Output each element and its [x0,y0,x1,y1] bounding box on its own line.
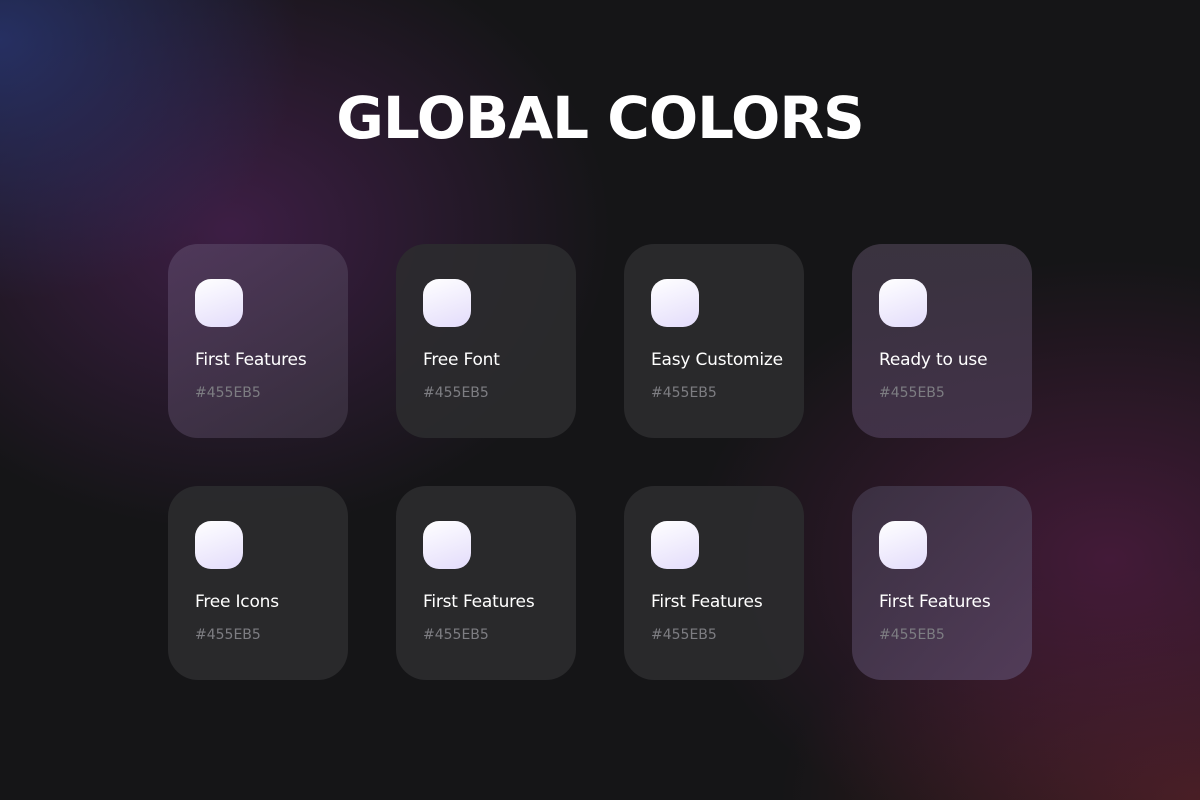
page-title: GLOBAL COLORS [336,84,865,152]
color-card[interactable]: First Features #455EB5 [396,486,576,680]
color-card-grid: First Features #455EB5 Free Font #455EB5… [168,244,1032,680]
color-swatch [651,521,699,569]
color-card-hex: #455EB5 [195,627,261,643]
color-card-hex: #455EB5 [651,627,717,643]
color-swatch [423,521,471,569]
color-card-label: First Features [879,592,991,612]
color-card[interactable]: First Features #455EB5 [852,486,1032,680]
color-swatch [879,279,927,327]
color-card[interactable]: First Features #455EB5 [168,244,348,438]
color-card[interactable]: First Features #455EB5 [624,486,804,680]
color-card-label: Free Icons [195,592,279,612]
color-card-label: Ready to use [879,350,988,370]
color-swatch [423,279,471,327]
color-card-label: Free Font [423,350,500,370]
color-card[interactable]: Ready to use #455EB5 [852,244,1032,438]
color-swatch [195,279,243,327]
color-card-label: Easy Customize [651,350,783,370]
color-card-label: First Features [423,592,535,612]
color-swatch [195,521,243,569]
color-card[interactable]: Free Icons #455EB5 [168,486,348,680]
color-card-hex: #455EB5 [423,385,489,401]
color-card-label: First Features [651,592,763,612]
color-card-hex: #455EB5 [195,385,261,401]
color-swatch [651,279,699,327]
color-card-hex: #455EB5 [651,385,717,401]
color-card-hex: #455EB5 [879,385,945,401]
color-card[interactable]: Free Font #455EB5 [396,244,576,438]
color-card-hex: #455EB5 [879,627,945,643]
color-swatch [879,521,927,569]
color-card-label: First Features [195,350,307,370]
color-card[interactable]: Easy Customize #455EB5 [624,244,804,438]
color-card-hex: #455EB5 [423,627,489,643]
